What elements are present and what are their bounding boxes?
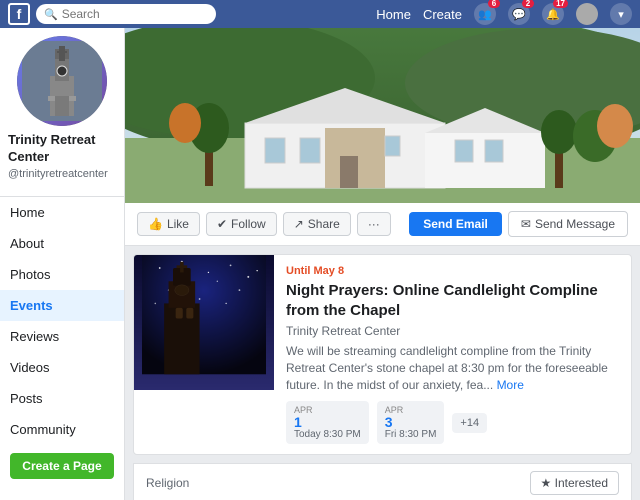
interested-button[interactable]: ★ Interested <box>530 471 619 495</box>
event-card: Until May 8 Night Prayers: Online Candle… <box>133 254 632 455</box>
sidebar-item-community[interactable]: Community <box>0 414 124 445</box>
send-message-label: Send Message <box>535 217 615 231</box>
sidebar-item-reviews[interactable]: Reviews <box>0 321 124 352</box>
event-category: Religion <box>146 476 530 490</box>
profile-avatar <box>17 36 107 126</box>
user-avatar[interactable] <box>576 3 598 25</box>
share-label: Share <box>308 217 340 231</box>
plus-more-badge: +14 <box>452 413 487 433</box>
thumbs-up-icon: 👍 <box>148 217 163 231</box>
nav-home-link[interactable]: Home <box>376 7 411 22</box>
nav-create-link[interactable]: Create <box>423 7 462 22</box>
cover-photo <box>125 28 640 203</box>
avatar-image <box>17 36 107 126</box>
profile-handle: @trinityretreatcenter <box>8 168 116 180</box>
time-badge-apr3: APR 3 Fri 8:30 PM <box>377 401 445 444</box>
sidebar-item-events[interactable]: Events <box>0 290 124 321</box>
sidebar-item-videos[interactable]: Videos <box>0 352 124 383</box>
like-button[interactable]: 👍 Like <box>137 212 200 236</box>
more-link[interactable]: More <box>497 378 524 392</box>
main-layout: Trinity Retreat Center @trinityretreatce… <box>0 28 640 500</box>
event-times: APR 1 Today 8:30 PM APR 3 Fri 8:30 PM +1… <box>286 401 619 444</box>
sidebar-item-home[interactable]: Home <box>0 197 124 228</box>
settings-btn[interactable]: ▾ <box>610 3 632 25</box>
share-icon: ↗ <box>294 217 304 231</box>
sidebar: Trinity Retreat Center @trinityretreatce… <box>0 28 125 500</box>
messages-badge: 2 <box>522 0 534 8</box>
facebook-logo[interactable]: f <box>8 3 30 25</box>
follow-label: Follow <box>231 217 266 231</box>
event-image-svg <box>142 254 266 382</box>
sidebar-item-about[interactable]: About <box>0 228 124 259</box>
send-message-button[interactable]: ✉ Send Message <box>508 211 628 237</box>
event-title: Night Prayers: Online Candlelight Compli… <box>286 281 619 320</box>
sidebar-item-photos[interactable]: Photos <box>0 259 124 290</box>
create-page-button[interactable]: Create a Page <box>10 453 114 479</box>
event-host: Trinity Retreat Center <box>286 324 619 338</box>
event-details: Until May 8 Night Prayers: Online Candle… <box>274 255 631 454</box>
friend-requests-badge: 6 <box>488 0 500 8</box>
follow-icon: ✔ <box>217 217 227 231</box>
like-label: Like <box>167 217 189 231</box>
share-button[interactable]: ↗ Share <box>283 212 351 236</box>
sidebar-navigation: Home About Photos Events Reviews Videos … <box>0 196 124 445</box>
friend-requests-btn[interactable]: 👥6 <box>474 3 496 25</box>
interested-bar: Religion ★ Interested <box>133 463 632 500</box>
notifications-badge: 17 <box>553 0 568 8</box>
time-badge-apr1: APR 1 Today 8:30 PM <box>286 401 369 444</box>
search-icon: 🔍 <box>44 8 58 21</box>
profile-section: Trinity Retreat Center @trinityretreatce… <box>0 28 124 196</box>
event-image <box>134 255 274 390</box>
cover-photo-image <box>125 28 640 203</box>
event-date-tag: Until May 8 <box>286 265 619 277</box>
event-description: We will be streaming candlelight complin… <box>286 343 619 393</box>
action-bar: 👍 Like ✔ Follow ↗ Share ··· Send Email ✉… <box>125 203 640 246</box>
follow-button[interactable]: ✔ Follow <box>206 212 277 236</box>
church-icon <box>22 41 102 121</box>
top-navigation: f 🔍 Home Create 👥6 💬2 🔔17 ▾ <box>0 0 640 28</box>
nav-links: Home Create 👥6 💬2 🔔17 ▾ <box>376 3 632 25</box>
message-icon: ✉ <box>521 217 531 231</box>
profile-name: Trinity Retreat Center <box>8 132 116 166</box>
more-button[interactable]: ··· <box>357 212 391 236</box>
sidebar-item-posts[interactable]: Posts <box>0 383 124 414</box>
search-bar[interactable]: 🔍 <box>36 4 216 24</box>
send-email-button[interactable]: Send Email <box>409 212 502 236</box>
main-content: 👍 Like ✔ Follow ↗ Share ··· Send Email ✉… <box>125 28 640 500</box>
search-input[interactable] <box>62 7 208 21</box>
notifications-btn[interactable]: 🔔17 <box>542 3 564 25</box>
messages-btn[interactable]: 💬2 <box>508 3 530 25</box>
more-icon: ··· <box>368 217 380 231</box>
